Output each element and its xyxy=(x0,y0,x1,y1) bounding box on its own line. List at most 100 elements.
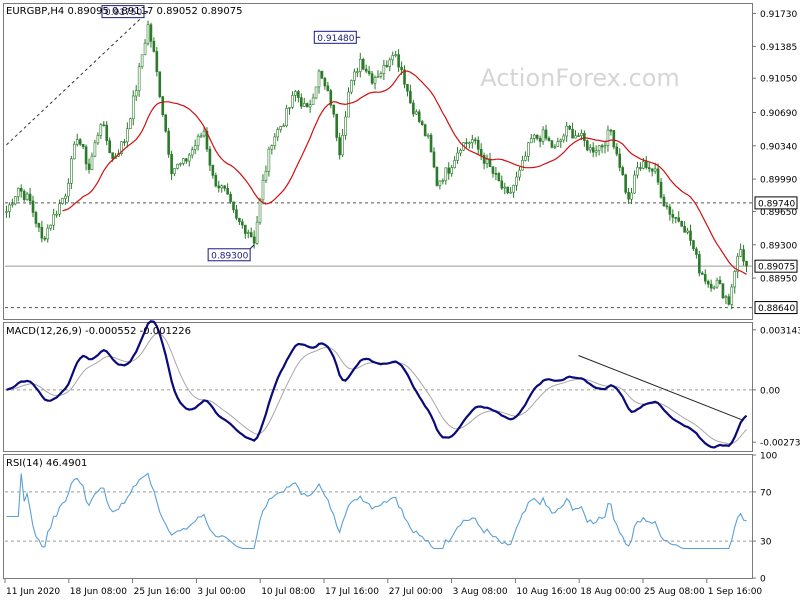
x-tick-label: 10 Aug 16:00 xyxy=(516,587,577,597)
candle-body xyxy=(40,226,44,239)
candle-body xyxy=(653,168,657,172)
candle-body xyxy=(16,188,20,197)
candle-body xyxy=(8,204,11,212)
candle-body xyxy=(320,70,324,79)
candle-body xyxy=(179,163,182,165)
candle-body xyxy=(220,185,224,189)
candle-body xyxy=(285,108,288,127)
candle-body xyxy=(644,161,648,168)
candle-body xyxy=(482,154,486,164)
candle-body xyxy=(81,143,85,148)
rsi-panel-frame xyxy=(3,454,753,579)
candle-body xyxy=(232,201,235,211)
candle-body xyxy=(450,167,453,174)
candle-body xyxy=(615,146,619,155)
candle-body xyxy=(358,58,362,72)
y-tick-label: 0 xyxy=(760,575,766,585)
candle-body xyxy=(311,97,315,106)
candle-body xyxy=(391,55,395,61)
candle-body xyxy=(302,103,306,107)
candle-body xyxy=(305,103,309,108)
candle-body xyxy=(686,230,689,233)
price-levels xyxy=(5,202,752,309)
dashed-trendline xyxy=(6,11,149,146)
candle-body xyxy=(733,271,737,288)
x-tick-label: 1 Sep 16:00 xyxy=(708,587,763,597)
candle-body xyxy=(730,286,734,305)
rsi-line xyxy=(6,472,747,550)
y-tick-label: 100 xyxy=(760,452,777,462)
candle-body xyxy=(394,54,397,56)
y-tick-label: 0.00 xyxy=(760,386,780,396)
candle-body xyxy=(223,185,226,189)
candle-body xyxy=(367,70,371,74)
candle-body xyxy=(137,66,141,92)
rsi-panel-label: RSI(14) 46.4901 xyxy=(6,458,87,469)
candle-body xyxy=(485,159,489,164)
candle-body xyxy=(535,134,539,139)
y-tick-label: 0.90340 xyxy=(760,142,797,152)
candle-body xyxy=(202,130,206,137)
candle-body xyxy=(102,124,106,127)
candle-body xyxy=(341,135,344,156)
price-y-axis: 0.91730 0.91385 0.91050 0.90690 0.90340 0.899… xyxy=(752,10,797,285)
candle-body xyxy=(34,212,38,224)
candle-body xyxy=(229,193,232,203)
candle-body xyxy=(588,147,592,151)
candle-body xyxy=(376,76,380,78)
candle-body xyxy=(252,236,256,244)
x-tick-label: 18 Jun 08:00 xyxy=(70,587,127,597)
candle-body xyxy=(441,180,445,182)
candle-body xyxy=(703,274,707,282)
y-tick-label: 0.91385 xyxy=(760,43,797,53)
candle-body xyxy=(226,188,229,195)
candle-body xyxy=(49,224,53,229)
candle-body xyxy=(426,134,430,137)
candle-body xyxy=(459,149,462,154)
y-tick-label: 0.91730 xyxy=(760,10,797,20)
candle-body xyxy=(456,152,459,161)
candle-body xyxy=(695,248,698,255)
level-marker-label: 0.89740 xyxy=(758,199,795,209)
y-tick-label: -0.002737 xyxy=(760,439,800,449)
candle-body xyxy=(689,230,692,241)
candle-body xyxy=(583,132,586,141)
candle-body xyxy=(577,135,580,137)
candle-body xyxy=(538,138,542,142)
level-marker-label: 0.89075 xyxy=(758,263,795,273)
candle-body xyxy=(506,186,510,194)
candle-body xyxy=(606,129,610,146)
candle-body xyxy=(630,192,633,200)
candle-body xyxy=(668,206,672,215)
annotation-leader xyxy=(249,244,255,250)
rsi-y-axis: 100 70 30 0 xyxy=(752,452,777,585)
candle-body xyxy=(326,85,330,91)
candle-body xyxy=(308,104,312,108)
candle-body xyxy=(75,139,79,145)
candle-body xyxy=(473,139,477,141)
candle-body xyxy=(93,142,97,157)
candle-body xyxy=(568,125,571,130)
candle-body xyxy=(297,91,300,98)
macd-lines xyxy=(6,320,748,449)
candle-body xyxy=(700,272,704,275)
candle-body xyxy=(126,128,129,143)
ma-line xyxy=(62,70,747,275)
candle-body xyxy=(294,91,297,96)
candle-body xyxy=(662,196,666,207)
candle-body xyxy=(90,155,94,170)
candle-body xyxy=(586,140,589,151)
candle-body xyxy=(574,135,577,139)
candle-body xyxy=(494,173,498,175)
candle-body xyxy=(131,95,135,120)
candle-body xyxy=(739,249,742,257)
candle-body xyxy=(170,153,173,175)
y-tick-label: 70 xyxy=(760,488,772,498)
candle-body xyxy=(199,135,203,138)
candle-body xyxy=(547,137,551,142)
candle-body xyxy=(656,168,660,183)
candle-body xyxy=(600,145,604,148)
candle-body xyxy=(161,96,165,115)
candle-body xyxy=(105,124,109,142)
annotation-label: 0.91480 xyxy=(317,34,354,44)
